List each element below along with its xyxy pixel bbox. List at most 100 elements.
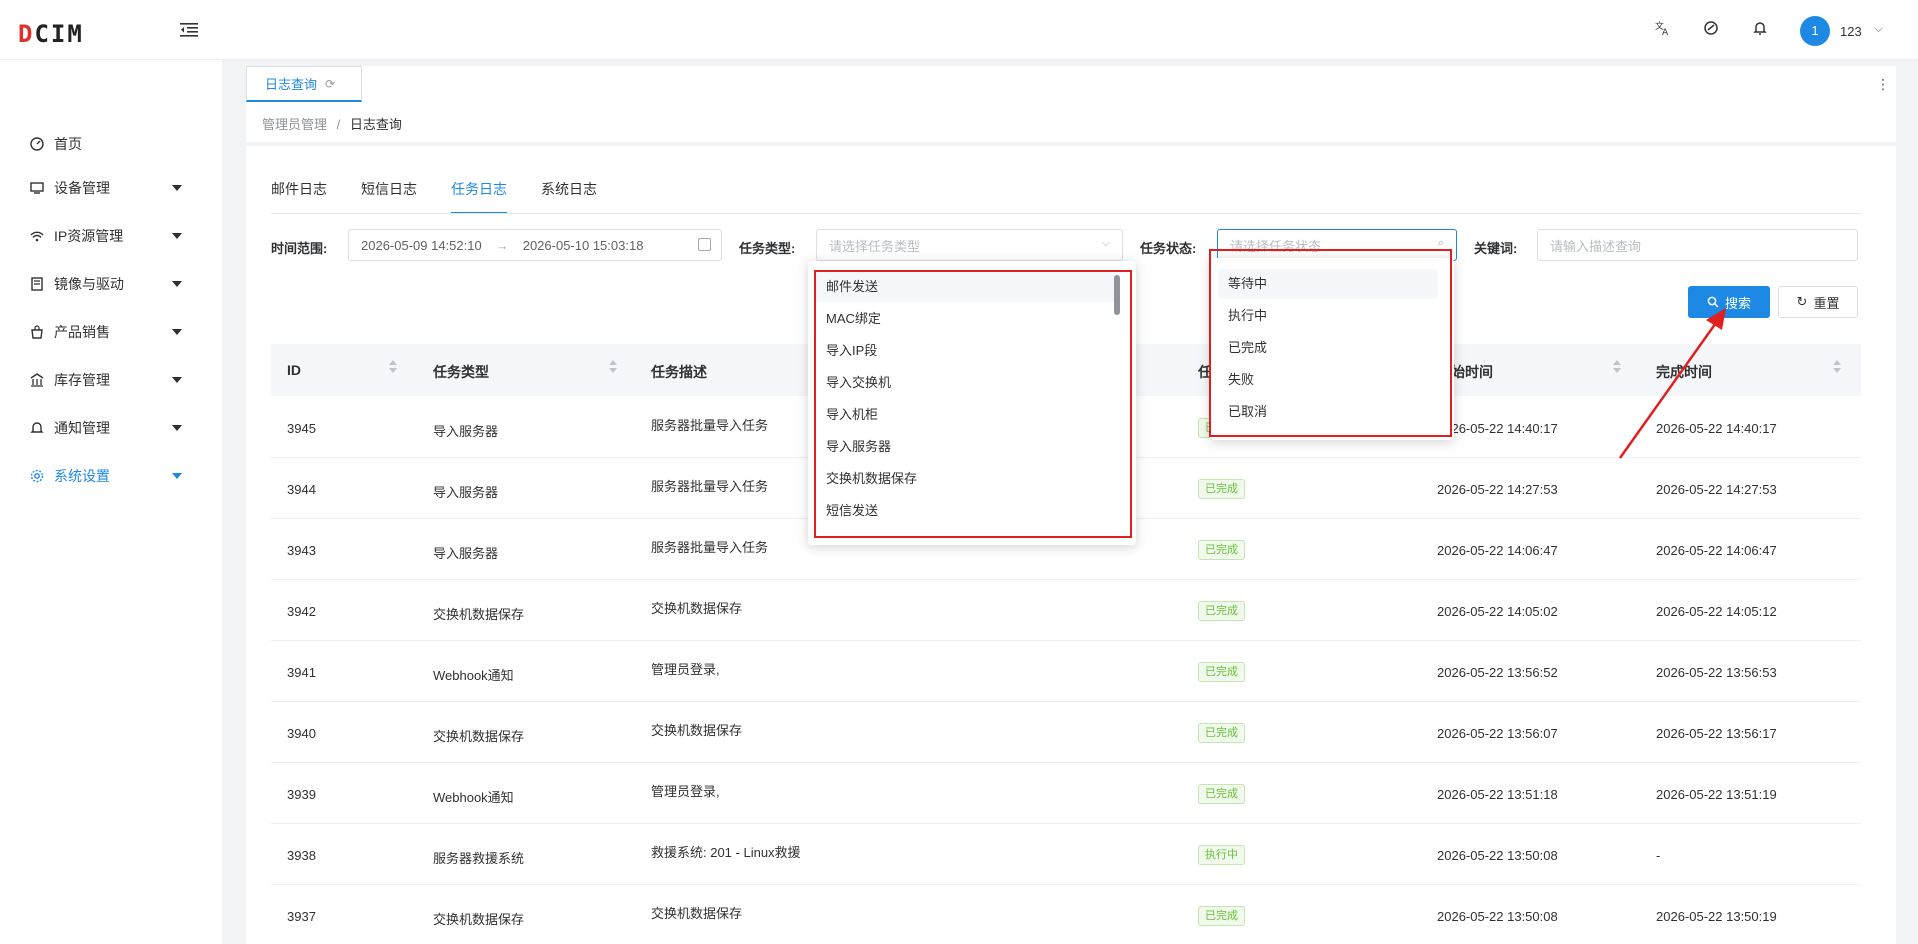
sidebar-item-ip[interactable]: IP资源管理: [0, 216, 222, 256]
task-type-label: 任务类型:: [739, 241, 796, 256]
status-badge: 已完成: [1198, 723, 1245, 743]
keyword-input[interactable]: 请输入描述查询: [1537, 229, 1858, 261]
chevron-down-icon[interactable]: ⌵: [1874, 21, 1883, 36]
cell-description: 交换机数据保存: [651, 723, 743, 738]
time-range-picker[interactable]: 2026-05-09 14:52:10 → 2026-05-10 15:03:1…: [348, 229, 722, 261]
sidebar-item-images[interactable]: 镜像与驱动: [0, 264, 222, 304]
table-row[interactable]: 3941 Webhook通知 管理员登录, 2026-05-22 13:56:52 20…: [271, 641, 1861, 702]
tab-bar: 日志查询 ⟳: [246, 66, 1896, 102]
sidebar-item-settings[interactable]: 系统设置: [0, 456, 222, 496]
tab-email-log[interactable]: 邮件日志: [271, 178, 327, 214]
monitor-icon: [30, 182, 44, 194]
table-row[interactable]: 3938 服务器救援系统 救援系统: 201 - Linux救援 2026-05-22…: [271, 824, 1861, 885]
cell-id: 3941: [287, 665, 316, 680]
cell-start-time: 2026-05-22 14:05:02: [1437, 604, 1558, 619]
sidebar-item-label: 系统设置: [54, 468, 110, 484]
status-badge: 已完成: [1198, 662, 1245, 682]
logo[interactable]: DCIM: [18, 20, 84, 48]
avatar[interactable]: 1: [1800, 16, 1830, 46]
status-badge: 已完成: [1198, 601, 1245, 621]
calendar-icon: [698, 238, 711, 251]
reset-button[interactable]: ↻ 重置: [1778, 286, 1858, 318]
caret-down-icon: [172, 329, 182, 335]
caret-down-icon: [172, 377, 182, 383]
task-type-select[interactable]: 请选择任务类型 ⌵: [816, 229, 1123, 261]
tab-label: 日志查询: [265, 77, 318, 92]
time-end[interactable]: 2026-05-10 15:03:18: [523, 238, 644, 253]
status-badge: 已完成: [1198, 479, 1245, 499]
cell-end-time: 2026-05-22 13:51:19: [1656, 787, 1777, 802]
sidebar-item-inventory[interactable]: 库存管理: [0, 360, 222, 400]
cell-id: 3937: [287, 909, 316, 924]
sidebar-item-label: 通知管理: [54, 420, 110, 436]
sort-icon[interactable]: [609, 360, 617, 374]
annotation-arrow-icon: [1618, 308, 1726, 459]
cell-id: 3942: [287, 604, 316, 619]
task-type-placeholder: 请选择任务类型: [829, 238, 921, 254]
breadcrumb: 管理员管理 / 日志查询: [246, 102, 1896, 142]
cell-description: 救援系统: 201 - Linux救援: [651, 845, 801, 860]
chevron-down-icon: ⌵: [1101, 237, 1110, 249]
tab-task-log[interactable]: 任务日志: [451, 178, 507, 214]
svg-text:A: A: [1662, 28, 1669, 36]
refresh-icon[interactable]: ⟳: [325, 77, 335, 91]
col-type: 任务类型: [433, 364, 489, 380]
table-row[interactable]: 3937 交换机数据保存 交换机数据保存 2026-05-22 13:50:08 202…: [271, 885, 1861, 944]
caret-down-icon: [172, 233, 182, 239]
cell-start-time: 2026-05-22 13:56:07: [1437, 726, 1558, 741]
sidebar-item-label: 库存管理: [54, 372, 110, 388]
sidebar-item-label: 设备管理: [54, 180, 110, 196]
cell-start-time: 2026-05-22 13:51:18: [1437, 787, 1558, 802]
log-tabs: 邮件日志 短信日志 任务日志 系统日志: [271, 178, 631, 214]
cell-task-type: 交换机数据保存: [433, 607, 525, 622]
sidebar-item-home[interactable]: 首页: [0, 124, 222, 164]
username[interactable]: 123: [1840, 24, 1862, 39]
top-header: DCIM 文A 1 123 ⌵: [0, 0, 1918, 60]
cell-start-time: 2026-05-22 13:50:08: [1437, 909, 1558, 924]
sort-icon[interactable]: [1833, 360, 1841, 374]
tab-system-log[interactable]: 系统日志: [541, 178, 597, 214]
table-row[interactable]: 3940 交换机数据保存 交换机数据保存 2026-05-22 13:56:07 202…: [271, 702, 1861, 763]
warehouse-icon: [30, 373, 44, 387]
status-badge: 已完成: [1198, 540, 1245, 560]
cell-task-type: Webhook通知: [433, 790, 514, 805]
cell-task-type: 导入服务器: [433, 485, 499, 500]
cell-task-type: Webhook通知: [433, 668, 514, 683]
sidebar-item-notify[interactable]: 通知管理: [0, 408, 222, 448]
keyword-label: 关键词:: [1474, 241, 1518, 256]
cell-end-time: 2026-05-22 13:56:53: [1656, 665, 1777, 680]
tab-sms-log[interactable]: 短信日志: [361, 178, 417, 214]
cell-end-time: 2026-05-22 14:06:47: [1656, 543, 1777, 558]
breadcrumb-separator: /: [336, 117, 341, 132]
menu-fold-icon[interactable]: [180, 22, 198, 38]
col-id: ID: [287, 362, 301, 378]
table-row[interactable]: 3939 Webhook通知 管理员登录, 2026-05-22 13:51:18 20…: [271, 763, 1861, 824]
cell-description: 服务器批量导入任务: [651, 540, 769, 555]
cell-description: 管理员登录,: [651, 784, 720, 799]
status-badge: 执行中: [1198, 845, 1245, 865]
sidebar-item-sales[interactable]: 产品销售: [0, 312, 222, 352]
disk-icon: [31, 277, 43, 291]
sidebar-item-devices[interactable]: 设备管理: [0, 168, 222, 208]
gear-icon: [30, 469, 44, 483]
time-start[interactable]: 2026-05-09 14:52:10: [361, 238, 482, 253]
translate-icon[interactable]: 文A: [1652, 20, 1674, 42]
status-badge: 已完成: [1198, 906, 1245, 926]
cart-icon: [31, 325, 43, 339]
theme-icon[interactable]: [1700, 20, 1722, 42]
cell-start-time: 2026-05-22 13:50:08: [1437, 848, 1558, 863]
table-row[interactable]: 3942 交换机数据保存 交换机数据保存 2026-05-22 14:05:02 202…: [271, 580, 1861, 641]
cell-end-time: 2026-05-22 13:56:17: [1656, 726, 1777, 741]
tabs-divider: [271, 213, 1861, 214]
more-icon[interactable]: ⋮: [1876, 76, 1890, 93]
sidebar: 首页 设备管理 IP资源管理 镜像与驱动 产品销售 库存管理 通知管理 系统设置: [0, 60, 222, 944]
annotation-box: [814, 270, 1132, 538]
sort-icon[interactable]: [389, 360, 397, 374]
status-badge: 已完成: [1198, 784, 1245, 804]
breadcrumb-parent[interactable]: 管理员管理: [262, 117, 327, 132]
cell-id: 3943: [287, 543, 316, 558]
dashboard-icon: [30, 137, 44, 151]
bell-icon[interactable]: [1749, 20, 1771, 42]
tab-log-query[interactable]: 日志查询 ⟳: [246, 66, 362, 102]
time-range-label: 时间范围:: [271, 241, 328, 256]
